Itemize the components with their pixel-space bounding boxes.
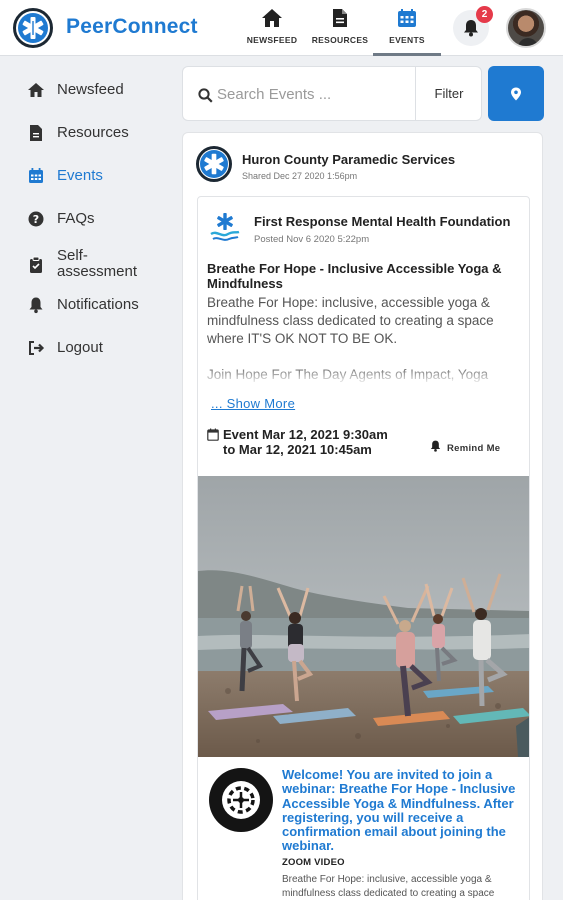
sidebar-item-self-assessment[interactable]: Self-assessment <box>27 247 167 286</box>
search-bar: Filter <box>182 66 482 121</box>
remind-me-button[interactable]: Remind Me <box>447 443 500 454</box>
sidebar-item-resources[interactable]: Resources <box>27 121 167 145</box>
sidebar-item-events[interactable]: Events <box>27 164 167 188</box>
bell-icon <box>430 440 441 452</box>
clipboard-icon <box>30 256 42 273</box>
calendar-icon <box>372 8 442 32</box>
tab-resources-label: RESOURCES <box>311 35 369 45</box>
webinar-description: Breathe For Hope: inclusive, accessible … <box>282 874 495 899</box>
webinar-invite-link[interactable]: Welcome! You are invited to join a webin… <box>282 767 527 854</box>
active-tab-indicator <box>373 53 441 56</box>
star-of-life-icon[interactable] <box>13 8 53 48</box>
zoom-video-label: ZOOM VIDEO <box>282 857 345 868</box>
bell-icon <box>464 20 478 37</box>
question-circle-icon: ? <box>28 211 44 227</box>
home-icon <box>237 8 307 32</box>
search-icon <box>198 88 213 103</box>
sidebar-item-label: FAQs <box>57 210 95 227</box>
sharer-logo[interactable] <box>196 146 232 182</box>
document-icon <box>30 125 42 141</box>
sidebar-item-label: Logout <box>57 339 103 356</box>
sidebar-item-label: Events <box>57 167 103 184</box>
foundation-logo[interactable] <box>208 211 242 245</box>
document-icon <box>305 8 375 32</box>
event-post-card: Huron County Paramedic Services Shared D… <box>182 132 543 900</box>
event-photo[interactable] <box>198 476 530 757</box>
brand-name[interactable]: PeerConnect <box>66 15 198 39</box>
show-more-link[interactable]: ... Show More <box>211 396 295 411</box>
tab-resources[interactable]: RESOURCES <box>305 6 375 54</box>
search-input[interactable] <box>217 77 412 111</box>
user-avatar[interactable] <box>506 8 546 48</box>
event-end-time: to Mar 12, 2021 10:45am <box>223 442 372 457</box>
event-time: Event Mar 12, 2021 9:30am to Mar 12, 202… <box>223 427 388 457</box>
calendar-icon <box>29 168 43 183</box>
shared-event: First Response Mental Health Foundation … <box>197 196 530 900</box>
sharer-name[interactable]: Huron County Paramedic Services <box>242 152 455 167</box>
sidebar: Newsfeed Resources Events ? FAQs Self-as… <box>0 56 170 900</box>
tab-events-label: EVENTS <box>389 35 425 45</box>
organization-name[interactable]: First Response Mental Health Foundation <box>254 214 510 229</box>
bell-icon <box>29 297 43 314</box>
event-start-time: Event Mar 12, 2021 9:30am <box>223 427 388 442</box>
event-title: Breathe For Hope - Inclusive Accessible … <box>207 261 502 291</box>
description-fade <box>207 365 519 385</box>
sidebar-item-newsfeed[interactable]: Newsfeed <box>27 78 167 102</box>
calendar-icon <box>207 428 219 441</box>
notification-count-badge: 2 <box>476 6 493 23</box>
map-pin-icon <box>511 87 521 101</box>
sidebar-item-label: Newsfeed <box>57 81 124 98</box>
sidebar-item-logout[interactable]: Logout <box>27 336 167 360</box>
sidebar-item-faqs[interactable]: ? FAQs <box>27 207 167 231</box>
tab-newsfeed[interactable]: NEWSFEED <box>237 6 307 54</box>
svg-text:?: ? <box>33 213 39 226</box>
location-button[interactable] <box>488 66 544 121</box>
sidebar-item-label: Resources <box>57 124 129 141</box>
home-icon <box>28 83 44 97</box>
sidebar-item-label: Notifications <box>57 296 139 313</box>
tab-newsfeed-label: NEWSFEED <box>246 35 298 45</box>
posted-timestamp: Posted Nov 6 2020 5:22pm <box>254 234 370 245</box>
shared-timestamp: Shared Dec 27 2020 1:56pm <box>242 171 358 181</box>
tab-events[interactable]: EVENTS <box>372 6 442 54</box>
filter-button[interactable]: Filter <box>415 67 482 120</box>
star-of-life-icon <box>200 150 228 178</box>
sidebar-item-label: Self-assessment <box>57 247 138 280</box>
sidebar-item-notifications[interactable]: Notifications <box>27 293 167 317</box>
hope-for-the-day-logo[interactable] <box>209 768 273 832</box>
logout-icon <box>29 341 45 355</box>
app-header: PeerConnect NEWSFEED RESOURCES EVENTS 2 <box>0 0 563 56</box>
